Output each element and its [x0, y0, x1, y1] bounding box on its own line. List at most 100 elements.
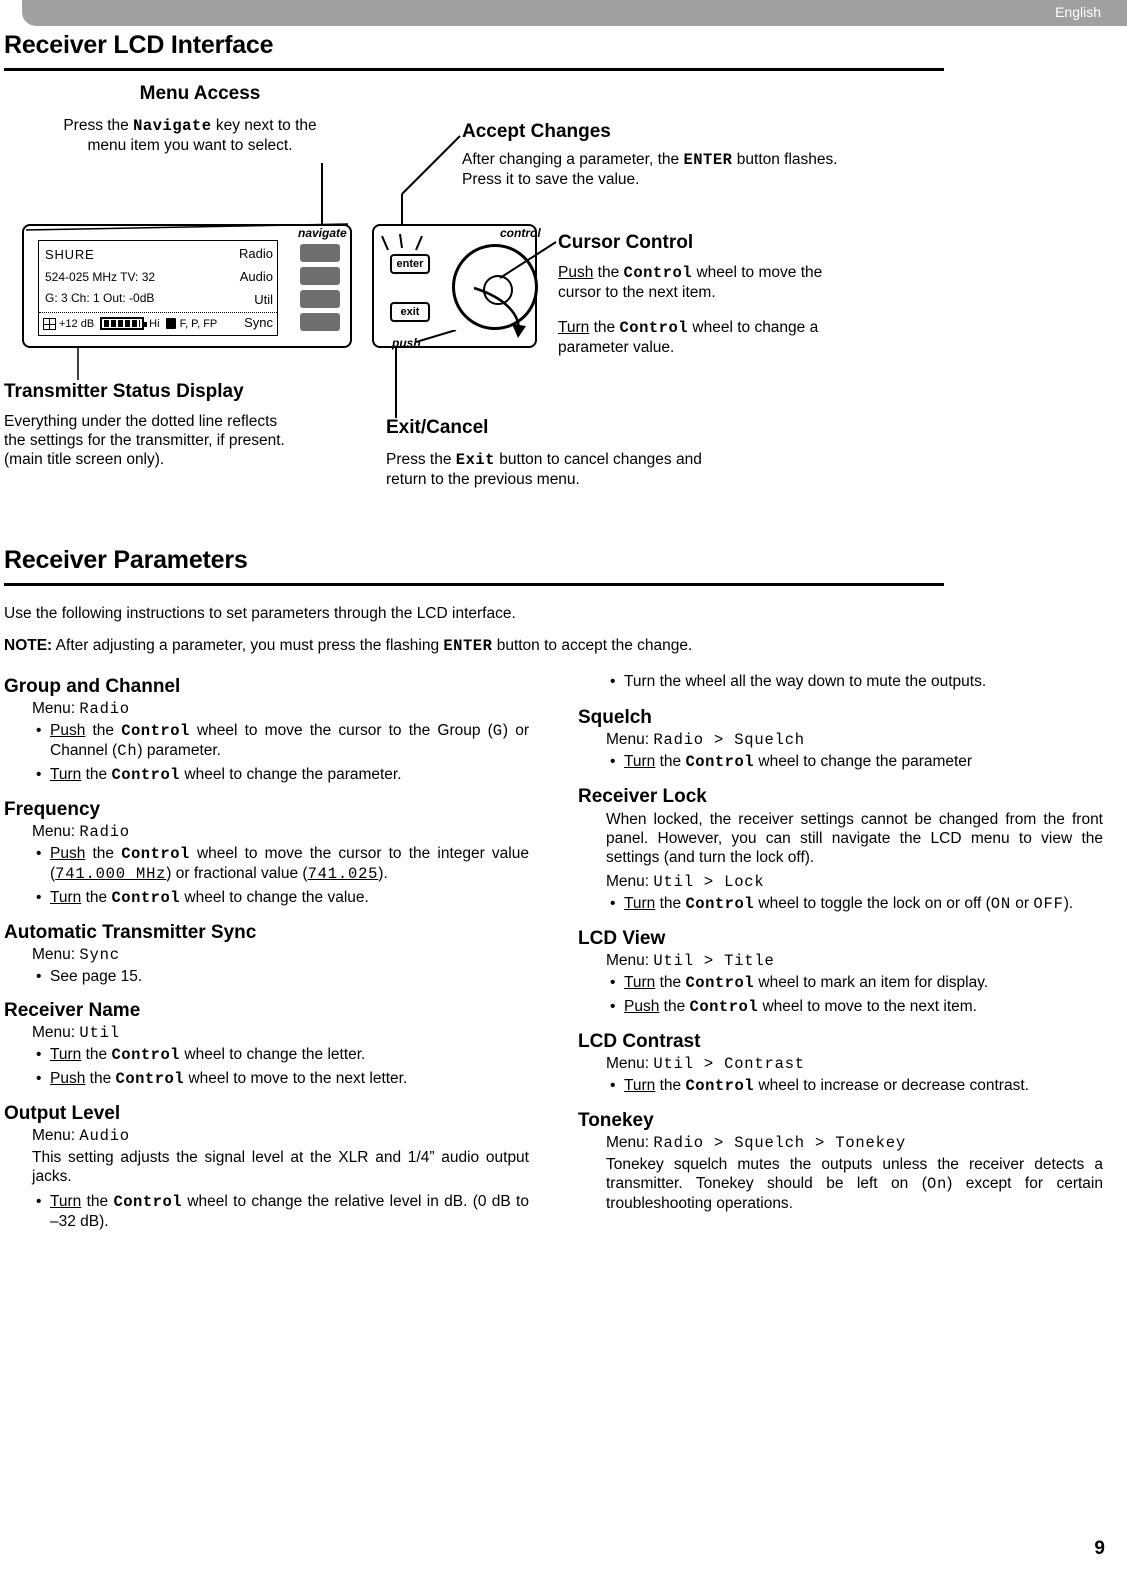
lcd-freq-line: 524-025 MHz TV: 32 — [45, 270, 156, 284]
param-receiver-lock: Receiver Lock When locked, the receiver … — [578, 786, 1103, 914]
param-title: Output Level — [4, 1103, 121, 1124]
lcd-menu-sync: Sync — [244, 315, 273, 330]
param-receiver-name: Receiver Name Menu: Util Turn the Contro… — [4, 1000, 529, 1089]
param-group-and-channel: Group and Channel Menu: Radio Push the C… — [4, 676, 529, 785]
param-title: Squelch — [578, 707, 652, 728]
lcd-flags: F, P, FP — [179, 317, 218, 330]
navigate-button-stack[interactable] — [300, 244, 340, 336]
push-leader — [416, 330, 457, 343]
cc-key1: Control — [623, 264, 693, 282]
param-menu: Menu: Util > Title — [578, 952, 1103, 970]
param-title: Frequency — [4, 799, 101, 820]
intro-note: NOTE: After adjusting a parameter, you m… — [4, 636, 1004, 656]
cc-p2b: the — [589, 319, 620, 336]
ts-line3: (main title screen only). — [4, 451, 165, 468]
cc-p2d: parameter value. — [558, 339, 675, 356]
menu-value: Util > Lock — [653, 873, 765, 891]
cc-key2: Control — [619, 319, 689, 337]
param-title: Receiver Lock — [578, 786, 707, 807]
list-item: Turn the Control wheel to change the par… — [610, 752, 1103, 772]
ex-line1b: button to cancel changes and — [495, 451, 702, 468]
menu-value: Radio > Squelch — [653, 731, 805, 749]
callout-menu-access-title: Menu Access — [139, 83, 261, 104]
ex-line2: return to the previous menu. — [386, 471, 580, 488]
param-menu: Menu: Radio — [4, 823, 529, 841]
param-menu: Menu: Radio > Squelch — [578, 731, 1103, 749]
ma-line1a: Press the — [63, 117, 134, 134]
menu-prefix: Menu: — [32, 1127, 80, 1144]
receiver-lcd-panel: SHURE 524-025 MHz TV: 32 G: 3 Ch: 1 Out:… — [22, 224, 352, 348]
param-menu: Menu: Util > Contrast — [578, 1055, 1103, 1073]
ex-line1a: Press the — [386, 451, 456, 468]
lcd-screen: SHURE 524-025 MHz TV: 32 G: 3 Ch: 1 Out:… — [38, 240, 278, 336]
list-item: Turn the Control wheel to change the let… — [36, 1045, 529, 1065]
ts-line2: the settings for the transmitter, if pre… — [4, 432, 285, 449]
callout-menu-access-body: Press the Navigate key next to the menu … — [30, 116, 350, 155]
list-item: Push the Control wheel to move to the ne… — [36, 1069, 529, 1089]
navigate-button-2[interactable] — [300, 267, 340, 285]
param-title: Tonekey — [578, 1110, 654, 1131]
callout-transmitter-status-title: Transmitter Status Display — [4, 381, 244, 402]
note-b: button to accept the change. — [492, 637, 693, 654]
param-frequency: Frequency Menu: Radio Push the Control w… — [4, 799, 529, 908]
parameters-rule — [4, 583, 944, 586]
menu-value: Radio — [79, 700, 130, 718]
list-item: Push the Control wheel to move to the ne… — [610, 997, 1103, 1017]
enter-flash-icon — [381, 234, 423, 251]
parameters-title: Receiver Parameters — [4, 546, 248, 574]
param-title: Automatic Transmitter Sync — [4, 922, 257, 943]
ex-key: Exit — [455, 451, 495, 469]
navigate-button-3[interactable] — [300, 290, 340, 308]
ac-line1b: button flashes. — [732, 151, 838, 168]
note-key: ENTER — [443, 637, 493, 655]
lcd-level: +12 dB — [59, 317, 95, 330]
navigate-button-4[interactable] — [300, 313, 340, 331]
ma-key: Navigate — [133, 117, 212, 135]
callout-transmitter-status-body: Everything under the dotted line reflect… — [4, 412, 364, 469]
menu-prefix: Menu: — [606, 952, 654, 969]
list-item: Turn the Control wheel to change the val… — [36, 888, 529, 908]
param-menu: Menu: Util — [4, 1024, 529, 1042]
menu-value: Sync — [79, 946, 120, 964]
list-item: Turn the Control wheel to increase or de… — [610, 1076, 1103, 1096]
list-item: See page 15. — [36, 967, 529, 986]
exit-cancel-leader — [395, 346, 397, 418]
param-menu: Menu: Audio — [4, 1127, 529, 1145]
navigate-button-1[interactable] — [300, 244, 340, 262]
ma-line2: menu item you want to select. — [87, 137, 293, 154]
param-title: Receiver Name — [4, 1000, 141, 1021]
param-output-level: Output Level Menu: Audio This setting ad… — [4, 1103, 529, 1231]
title-rule — [4, 68, 944, 71]
left-column: Group and Channel Menu: Radio Push the C… — [4, 676, 529, 1245]
menu-prefix: Menu: — [32, 946, 80, 963]
param-lcd-view: LCD View Menu: Util > Title Turn the Con… — [578, 928, 1103, 1017]
callout-accept-changes-body: After changing a parameter, the ENTER bu… — [462, 150, 932, 189]
menu-prefix: Menu: — [32, 823, 80, 840]
menu-value: Util — [79, 1024, 120, 1042]
ts-line1: Everything under the dotted line reflect… — [4, 413, 278, 430]
list-item: Turn the Control wheel to mark an item f… — [610, 973, 1103, 993]
lcd-menu-audio: Audio — [239, 269, 273, 284]
ma-line1b: key next to the — [211, 117, 317, 134]
param-menu: Menu: Radio > Squelch > Tonekey — [578, 1134, 1103, 1152]
note-a: After adjusting a parameter, you must pr… — [52, 637, 444, 654]
lcd-group-line: G: 3 Ch: 1 Out: -0dB — [45, 291, 155, 305]
callout-accept-changes-title: Accept Changes — [462, 121, 611, 142]
list-item: Turn the wheel all the way down to mute … — [610, 672, 1103, 691]
page-title: Receiver LCD Interface — [4, 31, 274, 59]
ac-line1a: After changing a parameter, the — [462, 151, 684, 168]
param-menu: Menu: Radio — [4, 700, 529, 718]
callout-cursor-control-p2: Turn the Control wheel to change a param… — [558, 318, 938, 357]
note-label: NOTE: — [4, 637, 53, 654]
lock-icon — [165, 318, 176, 329]
menu-prefix: Menu: — [606, 731, 654, 748]
cc-p2c: wheel to change a — [688, 319, 819, 336]
transmitter-status-leader-top — [25, 223, 349, 231]
menu-value: Util > Title — [653, 952, 775, 970]
exit-button[interactable]: exit — [390, 302, 430, 322]
lcd-status-row: +12 dB Hi F, P, FP — [43, 315, 217, 332]
language-bar: English — [22, 0, 1127, 26]
param-title: LCD Contrast — [578, 1031, 701, 1052]
menu-prefix: Menu: — [606, 1055, 654, 1072]
cc-push: Push — [558, 264, 594, 281]
